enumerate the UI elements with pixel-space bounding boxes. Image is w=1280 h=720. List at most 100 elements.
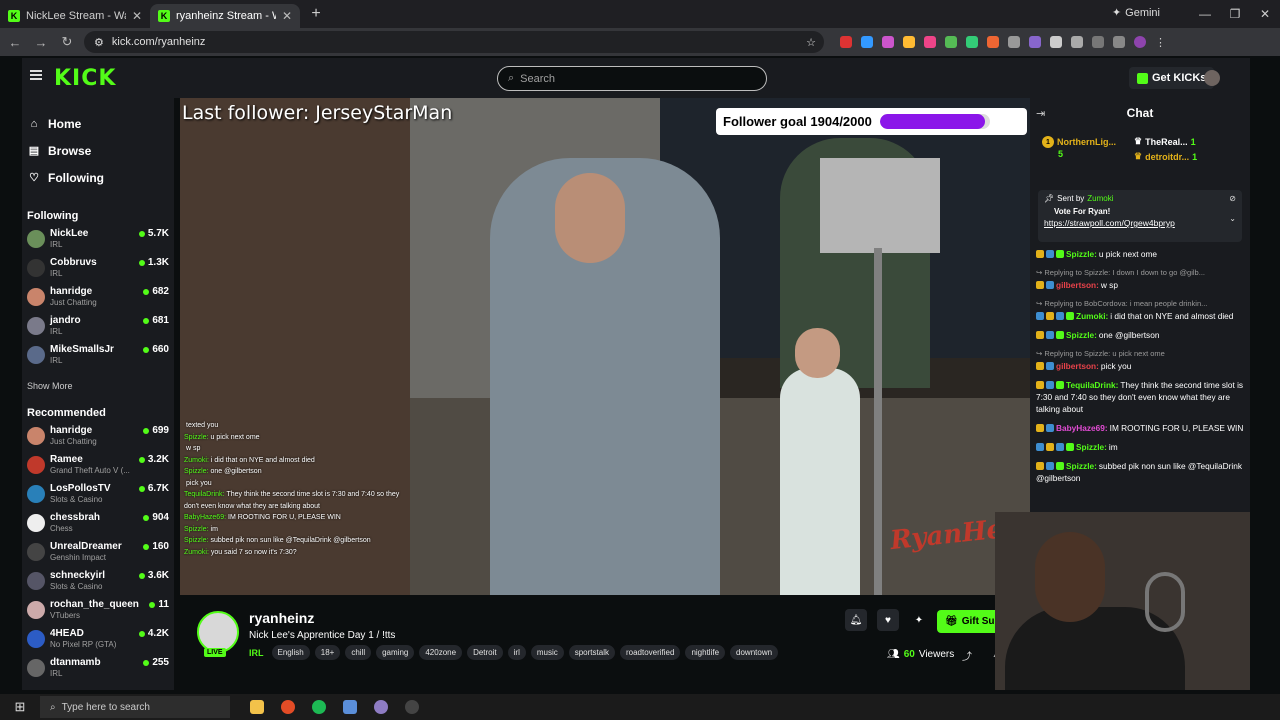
chrome-icon[interactable] bbox=[281, 700, 295, 714]
extension-icon[interactable] bbox=[1029, 36, 1041, 48]
boost-icon[interactable]: ✦ bbox=[908, 609, 930, 631]
nav-browse[interactable]: ▤ Browse bbox=[28, 137, 104, 164]
channel-item[interactable]: Ramee Grand Theft Auto V (... 3.2K bbox=[27, 452, 169, 481]
chat-username[interactable]: gilbertson: bbox=[1056, 361, 1099, 371]
channel-item[interactable]: rochan_the_queen VTubers 11 bbox=[27, 597, 169, 626]
channel-item[interactable]: MikeSmallsJr IRL 660 bbox=[27, 342, 169, 371]
stream-tag[interactable]: sportstalk bbox=[568, 645, 615, 660]
back-icon[interactable]: ← bbox=[4, 35, 26, 50]
channel-item[interactable]: NickLee IRL 5.7K bbox=[27, 226, 169, 255]
channel-item[interactable]: hanridge Just Chatting 699 bbox=[27, 423, 169, 452]
stream-category[interactable]: IRL bbox=[249, 648, 264, 658]
bookmark-star-icon[interactable]: ☆ bbox=[806, 36, 816, 49]
extension-icon[interactable] bbox=[861, 36, 873, 48]
extension-icon[interactable] bbox=[945, 36, 957, 48]
app-icon[interactable] bbox=[374, 700, 388, 714]
channel-item[interactable]: UnrealDreamer Genshin Impact 160 bbox=[27, 539, 169, 568]
stream-tag[interactable]: gaming bbox=[376, 645, 415, 660]
channel-item[interactable]: schneckyirl Slots & Casino 3.6K bbox=[27, 568, 169, 597]
user-avatar[interactable] bbox=[1204, 70, 1220, 86]
video-player[interactable]: Last follower: JerseyStarMan Follower go… bbox=[180, 98, 1030, 595]
extension-icon[interactable] bbox=[1008, 36, 1020, 48]
url-field[interactable]: ⚙ kick.com/ryanheinz ☆ bbox=[84, 31, 824, 53]
gemini-button[interactable]: ✦ Gemini bbox=[1112, 6, 1160, 20]
chevron-down-icon[interactable]: ⌄ bbox=[1229, 214, 1236, 223]
reload-icon[interactable]: ↻ bbox=[56, 34, 78, 50]
follow-heart-icon[interactable]: ♥ bbox=[877, 609, 899, 631]
streamer-name[interactable]: ryanheinz bbox=[249, 610, 314, 626]
chat-username[interactable]: Spizzle: bbox=[1066, 330, 1097, 340]
file-explorer-icon[interactable] bbox=[250, 700, 264, 714]
channel-item[interactable]: Cobbruvs IRL 1.3K bbox=[27, 255, 169, 284]
extension-icon[interactable] bbox=[903, 36, 915, 48]
obs-icon[interactable] bbox=[405, 700, 419, 714]
chat-username[interactable]: Spizzle: bbox=[1066, 249, 1097, 259]
chat-username[interactable]: gilbertson: bbox=[1056, 280, 1099, 290]
sidepanel-icon[interactable] bbox=[1092, 36, 1104, 48]
profile-avatar-icon[interactable] bbox=[1134, 36, 1146, 48]
chat-reply-context[interactable]: ↪ Replying to Spizzle: u pick next ome bbox=[1036, 348, 1246, 360]
chat-username[interactable]: Zumoki: bbox=[1076, 311, 1108, 321]
extension-icon[interactable] bbox=[840, 36, 852, 48]
gifter-item[interactable]: ♛ detroitdr... 1 bbox=[1134, 151, 1197, 162]
browser-tab[interactable]: K NickLee Stream - Watch Live o ✕ bbox=[0, 4, 150, 28]
show-more-link[interactable]: Show More bbox=[27, 381, 73, 391]
nav-following[interactable]: ♡ Following bbox=[28, 164, 104, 191]
close-tab-icon[interactable]: ✕ bbox=[282, 9, 292, 23]
stream-tag[interactable]: irl bbox=[507, 645, 526, 660]
new-tab-button[interactable]: + bbox=[304, 5, 328, 23]
extension-icon[interactable] bbox=[924, 36, 936, 48]
close-tab-icon[interactable]: ✕ bbox=[132, 9, 142, 23]
chat-reply-context[interactable]: ↪ Replying to BobCordova: i mean people … bbox=[1036, 298, 1246, 310]
extension-icon[interactable] bbox=[966, 36, 978, 48]
stream-tag[interactable]: music bbox=[530, 645, 564, 660]
browser-tab-active[interactable]: K ryanheinz Stream - Watch l ✕ bbox=[150, 4, 300, 28]
stream-tag[interactable]: 420zone bbox=[419, 645, 463, 660]
unpin-icon[interactable]: ⊘ bbox=[1229, 194, 1236, 203]
gifter-item[interactable]: ♛ TheReal... 1 bbox=[1134, 136, 1196, 147]
forward-icon[interactable]: → bbox=[30, 35, 52, 50]
channel-item[interactable]: chessbrah Chess 904 bbox=[27, 510, 169, 539]
close-window-icon[interactable]: ✕ bbox=[1250, 0, 1280, 28]
channel-item[interactable]: LosPollosTV Slots & Casino 6.7K bbox=[27, 481, 169, 510]
get-kicks-button[interactable]: Get KICKs bbox=[1129, 67, 1215, 89]
gifter-item[interactable]: 1 NorthernLig... bbox=[1042, 136, 1116, 148]
extension-icon[interactable] bbox=[987, 36, 999, 48]
extensions-puzzle-icon[interactable] bbox=[1071, 36, 1083, 48]
channel-item[interactable]: dtanmamb IRL 255 bbox=[27, 655, 169, 684]
chat-username[interactable]: Spizzle: bbox=[1076, 442, 1107, 452]
stream-tag[interactable]: chill bbox=[345, 645, 372, 660]
minimize-icon[interactable]: — bbox=[1190, 0, 1220, 28]
maximize-icon[interactable]: ❐ bbox=[1220, 0, 1250, 28]
stream-tag[interactable]: roadtoverified bbox=[619, 645, 681, 660]
notification-bell-icon[interactable]: 🔔︎ bbox=[845, 609, 867, 631]
chat-username[interactable]: TequilaDrink: bbox=[1066, 380, 1118, 390]
site-info-icon[interactable]: ⚙ bbox=[94, 36, 104, 49]
channel-item[interactable]: 4HEAD No Pixel RP (GTA) 4.2K bbox=[27, 626, 169, 655]
spotify-icon[interactable] bbox=[312, 700, 326, 714]
extension-icon[interactable] bbox=[1050, 36, 1062, 48]
share-icon[interactable]: ⤴ bbox=[962, 648, 972, 663]
chat-username[interactable]: Spizzle: bbox=[1066, 461, 1097, 471]
streamer-avatar[interactable] bbox=[197, 611, 239, 653]
channel-item[interactable]: hanridge Just Chatting 682 bbox=[27, 284, 169, 313]
menu-icon[interactable] bbox=[30, 70, 42, 80]
chat-reply-context[interactable]: ↪ Replying to Spizzle: I down I down to … bbox=[1036, 267, 1246, 279]
pinned-link[interactable]: https://strawpoll.com/Qrgew4bpryp bbox=[1044, 218, 1236, 228]
windows-start-icon[interactable]: ⊞ bbox=[0, 699, 40, 715]
nav-home[interactable]: ⌂ Home bbox=[28, 110, 104, 137]
chat-username[interactable]: BabyHaze69: bbox=[1056, 423, 1108, 433]
stream-tag[interactable]: English bbox=[271, 645, 310, 660]
browser-menu-icon[interactable]: ⋮ bbox=[1155, 36, 1166, 49]
media-icon[interactable] bbox=[1113, 36, 1125, 48]
stream-tag[interactable]: 18+ bbox=[314, 645, 341, 660]
stream-tag[interactable]: nightlife bbox=[685, 645, 726, 660]
stream-tag[interactable]: downtown bbox=[730, 645, 779, 660]
channel-item[interactable]: jandro IRL 681 bbox=[27, 313, 169, 342]
kick-logo[interactable]: KICK bbox=[54, 66, 116, 91]
app-icon[interactable] bbox=[343, 700, 357, 714]
stream-tag[interactable]: Detroit bbox=[467, 645, 503, 660]
search-input[interactable]: ⌕ Search bbox=[497, 66, 767, 91]
extension-icon[interactable] bbox=[882, 36, 894, 48]
taskbar-search[interactable]: ⌕ Type here to search bbox=[40, 696, 230, 718]
